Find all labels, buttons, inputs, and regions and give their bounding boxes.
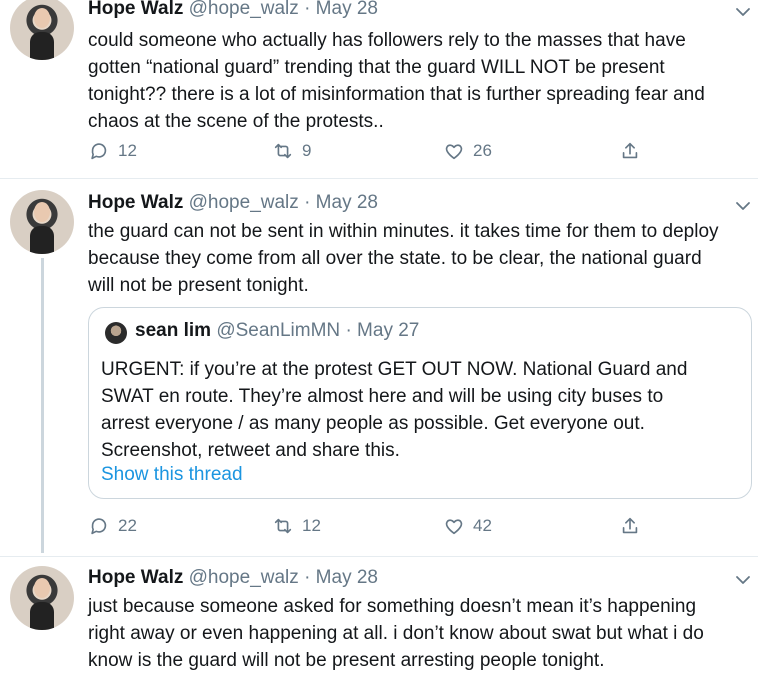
tweet-divider — [0, 556, 758, 557]
reply-count: 12 — [118, 141, 137, 160]
separator: · — [304, 192, 311, 213]
quoted-header: sean lim @SeanLimMN · May 27 — [135, 320, 419, 342]
tweet-header: Hope Walz @hope_walz · May 28 — [88, 192, 378, 214]
retweet-count: 9 — [302, 141, 312, 160]
thread-line — [41, 258, 44, 553]
share-button[interactable] — [619, 515, 641, 537]
share-button[interactable] — [619, 140, 641, 162]
share-icon — [622, 517, 638, 534]
show-thread-link[interactable]: Show this thread — [101, 464, 243, 486]
quoted-avatar[interactable] — [105, 322, 127, 344]
like-count: 26 — [473, 141, 492, 160]
heart-icon — [445, 519, 463, 535]
display-name[interactable]: Hope Walz — [88, 567, 183, 588]
quoted-tweet[interactable]: sean lim @SeanLimMN · May 27 URGENT: if … — [88, 307, 752, 499]
retweet-icon — [274, 143, 292, 159]
avatar-shirt — [30, 32, 54, 60]
avatar[interactable] — [10, 566, 74, 630]
separator: · — [304, 0, 311, 19]
avatar[interactable] — [10, 190, 74, 254]
tweet-line: just because someone asked for something… — [88, 596, 697, 617]
reply-button[interactable]: 12 — [88, 140, 137, 162]
tweet-text: could someone who actually has followers… — [88, 27, 743, 135]
username[interactable]: @hope_walz — [189, 567, 299, 588]
tweet-line: the guard can not be sent in within minu… — [88, 221, 719, 242]
chevron-down-icon[interactable] — [735, 198, 751, 214]
like-button[interactable]: 26 — [443, 140, 492, 162]
separator: · — [345, 320, 352, 341]
reply-button[interactable]: 22 — [88, 515, 137, 537]
quoted-line: URGENT: if you’re at the protest GET OUT… — [101, 359, 688, 380]
display-name[interactable]: Hope Walz — [88, 192, 183, 213]
retweet-count: 12 — [302, 516, 321, 535]
timestamp[interactable]: May 28 — [316, 567, 378, 588]
tweet-text: the guard can not be sent in within minu… — [88, 218, 743, 299]
quoted-line: Screenshot, retweet and share this. — [101, 440, 400, 461]
quoted-line: SWAT en route. They’re almost here and w… — [101, 386, 664, 407]
reply-count: 22 — [118, 516, 137, 535]
avatar-face — [34, 578, 50, 598]
chevron-down-icon[interactable] — [735, 4, 751, 20]
tweet-line: could someone who actually has followers… — [88, 30, 686, 51]
tweet-actions: 12 9 26 — [88, 140, 668, 164]
tweet-header: Hope Walz @hope_walz · May 28 — [88, 0, 378, 20]
tweet-header: Hope Walz @hope_walz · May 28 — [88, 567, 378, 589]
tweet-line: know is the guard will not be present ar… — [88, 650, 605, 671]
retweet-button[interactable]: 9 — [272, 140, 311, 162]
quoted-line: arrest everyone / as many people as poss… — [101, 413, 645, 434]
tweet-line: right away or even happening at all. i d… — [88, 623, 704, 644]
reply-icon — [91, 518, 107, 535]
reply-icon — [91, 143, 107, 160]
chevron-down-icon[interactable] — [735, 572, 751, 588]
tweet-line: will not be present tonight. — [88, 275, 309, 296]
quoted-timestamp[interactable]: May 27 — [357, 320, 419, 341]
like-button[interactable]: 42 — [443, 515, 492, 537]
quoted-username[interactable]: @SeanLimMN — [216, 320, 340, 341]
display-name[interactable]: Hope Walz — [88, 0, 183, 19]
separator: · — [304, 567, 311, 588]
heart-icon — [445, 144, 463, 160]
timestamp[interactable]: May 28 — [316, 0, 378, 19]
tweet-line: gotten “national guard” trending that th… — [88, 57, 665, 78]
tweet-text: just because someone asked for something… — [88, 593, 743, 674]
avatar-shirt — [30, 226, 54, 254]
tweet-divider — [0, 178, 758, 179]
tweet-line: tonight?? there is a lot of misinformati… — [88, 84, 705, 105]
retweet-button[interactable]: 12 — [272, 515, 321, 537]
quoted-text: URGENT: if you’re at the protest GET OUT… — [101, 356, 741, 464]
avatar-face — [34, 202, 50, 222]
avatar[interactable] — [10, 0, 74, 60]
retweet-icon — [274, 518, 292, 534]
like-count: 42 — [473, 516, 492, 535]
avatar-face — [34, 8, 50, 28]
tweet-actions: 22 12 42 — [88, 515, 668, 539]
timestamp[interactable]: May 28 — [316, 192, 378, 213]
quoted-display-name[interactable]: sean lim — [135, 320, 211, 341]
username[interactable]: @hope_walz — [189, 192, 299, 213]
share-icon — [622, 142, 638, 159]
username[interactable]: @hope_walz — [189, 0, 299, 19]
avatar-shirt — [30, 602, 54, 630]
tweet-line: chaos at the scene of the protests.. — [88, 111, 384, 132]
tweet-line: because they come from all over the stat… — [88, 248, 702, 269]
